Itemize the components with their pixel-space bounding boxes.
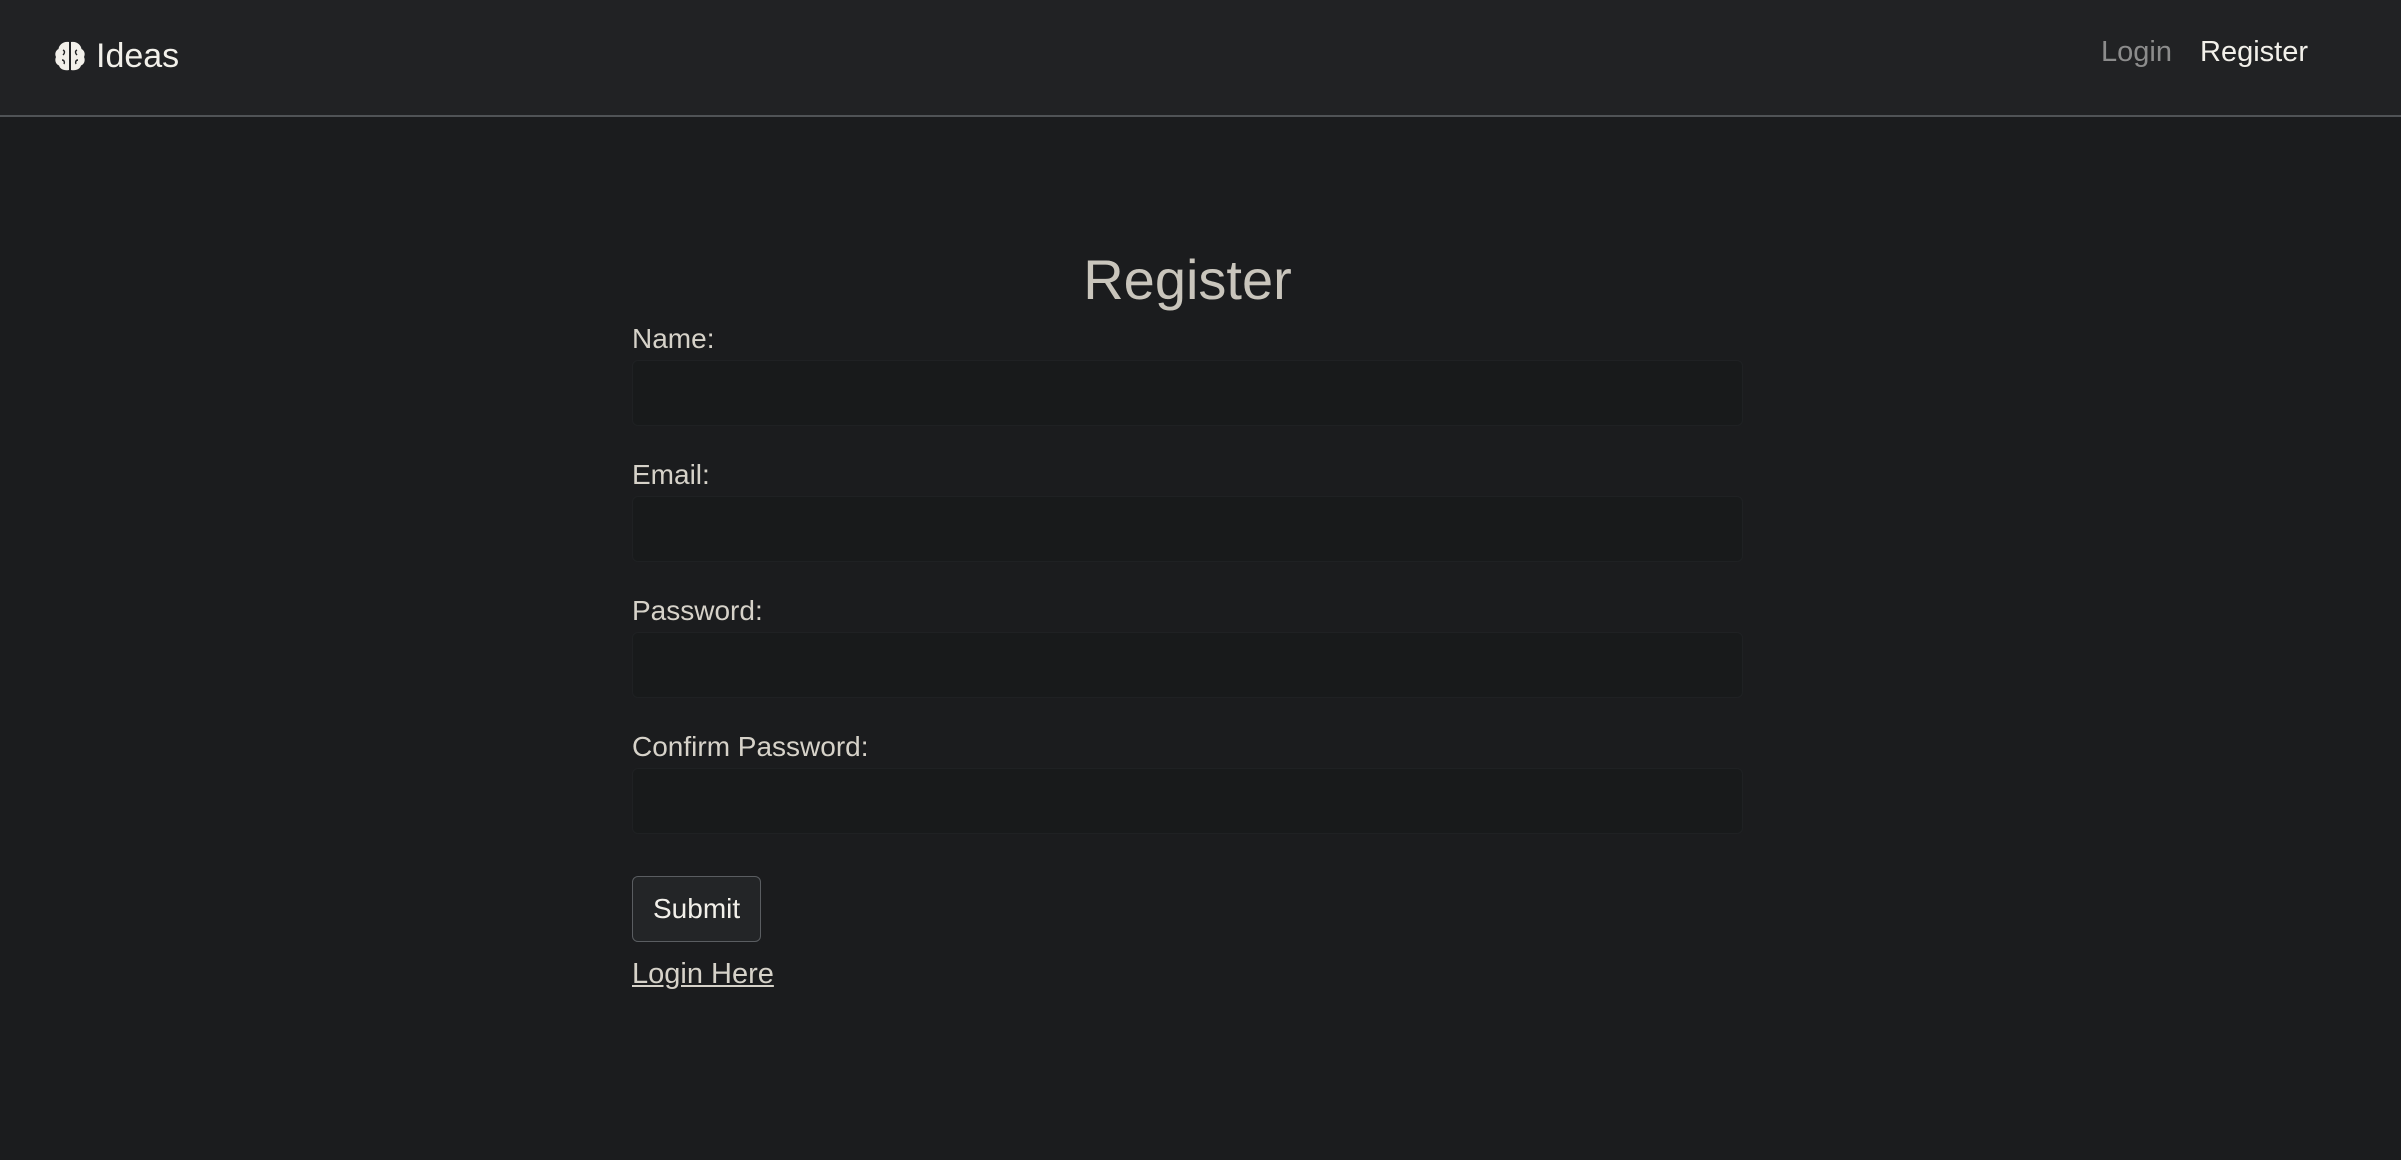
email-label: Email: [632, 459, 710, 490]
confirm-password-field-group: Confirm Password: [632, 728, 1743, 834]
navbar: Ideas Login Register [0, 0, 2401, 117]
email-field-group: Email: [632, 456, 1743, 562]
name-field-group: Name: [632, 320, 1743, 426]
submit-button[interactable]: Submit [632, 876, 762, 942]
name-label: Name: [632, 323, 715, 354]
password-input[interactable] [632, 632, 1743, 698]
password-label: Password: [632, 595, 763, 626]
brand-link[interactable]: Ideas [52, 34, 179, 78]
confirm-password-input[interactable] [632, 768, 1743, 834]
email-input[interactable] [632, 496, 1743, 562]
register-form: Register Name: Email: Password: Confirm … [632, 240, 1743, 991]
nav-links: Login Register [2101, 36, 2308, 69]
login-here-link[interactable]: Login Here [632, 958, 1743, 991]
nav-link-login[interactable]: Login [2101, 36, 2172, 69]
nav-link-register[interactable]: Register [2200, 36, 2308, 69]
password-field-group: Password: [632, 592, 1743, 698]
page-title: Register [1083, 248, 1292, 311]
name-input[interactable] [632, 360, 1743, 426]
brain-icon [52, 38, 88, 74]
confirm-password-label: Confirm Password: [632, 731, 869, 762]
brand-label: Ideas [96, 36, 180, 75]
